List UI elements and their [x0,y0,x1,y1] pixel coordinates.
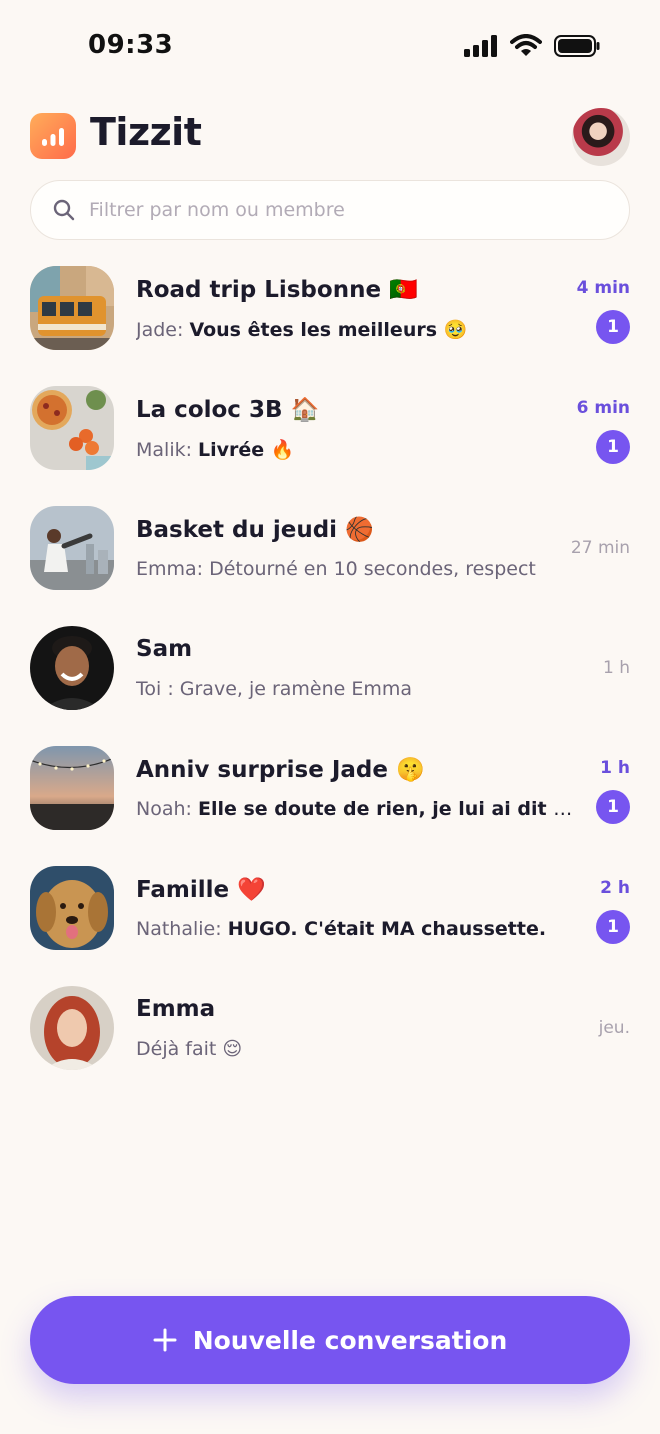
group-avatar-basketball-photo [30,506,114,590]
unread-badge: 1 [596,430,630,464]
search-box[interactable] [30,180,630,240]
conversation-preview: Toi : Grave, je ramène Emma [136,678,574,700]
message-sender: Emma: [136,558,210,580]
status-icons [464,34,600,58]
conversation-time: 6 min [576,398,630,418]
group-avatar-tram-photo [30,266,114,350]
conversation-time: 1 h [603,658,630,678]
conversation-time: 27 min [570,538,630,558]
message-sender: Jade: [136,319,190,341]
unread-badge: 1 [596,790,630,824]
contact-avatar-sam-photo [30,626,114,710]
message-sender: Nathalie: [136,918,228,940]
conversation-item[interactable]: Anniv surprise Jade 🤫 Noah: Elle se dout… [0,728,660,848]
conversation-item[interactable]: Sam Toi : Grave, je ramène Emma 1 h [0,608,660,728]
app-title: Tizzit [90,110,202,154]
message-sender: Malik: [136,439,199,461]
plus-icon [153,1328,177,1352]
contact-avatar-emma-photo [30,986,114,1070]
message-text: Elle se doute de rien, je lui ai dit qu'… [197,798,574,820]
new-conversation-button[interactable]: Nouvelle conversation [30,1296,630,1384]
conversation-name: Anniv surprise Jade 🤫 [136,757,425,783]
message-sender: Toi : [136,678,180,700]
conversation-preview: Emma: Détourné en 10 secondes, respect [136,558,574,580]
message-text: Déjà fait 😌 [136,1038,243,1060]
cellular-signal-icon [464,35,497,57]
conversation-item[interactable]: Emma Déjà fait 😌 jeu. [0,968,660,1088]
search-input[interactable] [89,199,589,221]
conversation-time: 1 h [600,758,630,778]
conversation-item[interactable]: Famille ❤️ Nathalie: HUGO. C'était MA ch… [0,848,660,968]
conversation-item[interactable]: La coloc 3B 🏠 Malik: Livrée 🔥 6 min 1 [0,368,660,488]
group-avatar-pizza-photo [30,386,114,470]
conversation-preview: Déjà fait 😌 [136,1038,574,1060]
profile-avatar[interactable] [572,108,630,166]
unread-badge: 1 [596,910,630,944]
conversation-name: Famille ❤️ [136,877,266,903]
conversation-item[interactable]: Basket du jeudi 🏀 Emma: Détourné en 10 s… [0,488,660,608]
message-text: Détourné en 10 secondes, respect [209,558,536,580]
conversation-time: 4 min [576,278,630,298]
group-avatar-dog-photo [30,866,114,950]
message-sender: Noah: [136,798,198,820]
status-bar: 09:33 [0,0,660,96]
message-text: Grave, je ramène Emma [179,678,413,700]
conversation-item[interactable]: Road trip Lisbonne 🇵🇹 Jade: Vous êtes le… [0,248,660,368]
wifi-icon [510,34,542,56]
conversation-preview: Nathalie: HUGO. C'était MA chaussette. [136,918,574,940]
group-avatar-terrace-photo [30,746,114,830]
message-text: Vous êtes les meilleurs 🥹 [189,319,468,341]
bar-chart-icon [42,128,64,146]
conversation-name: Emma [136,996,216,1022]
message-text: HUGO. C'était MA chaussette. [227,918,547,940]
conversation-preview: Malik: Livrée 🔥 [136,438,574,461]
search-icon [53,199,75,221]
battery-icon [554,35,600,57]
status-time: 09:33 [88,30,174,60]
conversation-preview: Jade: Vous êtes les meilleurs 🥹 [136,318,574,341]
conversation-name: La coloc 3B 🏠 [136,397,320,423]
message-text: Livrée 🔥 [198,439,295,461]
conversation-time: 2 h [600,878,630,898]
conversation-name: Sam [136,636,193,662]
app-logo [30,113,76,159]
conversation-name: Basket du jeudi 🏀 [136,517,374,543]
conversation-list: Road trip Lisbonne 🇵🇹 Jade: Vous êtes le… [0,248,660,1088]
conversation-name: Road trip Lisbonne 🇵🇹 [136,277,418,303]
conversation-time: jeu. [598,1018,630,1038]
new-conversation-label: Nouvelle conversation [192,1325,508,1355]
conversation-preview: Noah: Elle se doute de rien, je lui ai d… [136,798,574,820]
unread-badge: 1 [596,310,630,344]
